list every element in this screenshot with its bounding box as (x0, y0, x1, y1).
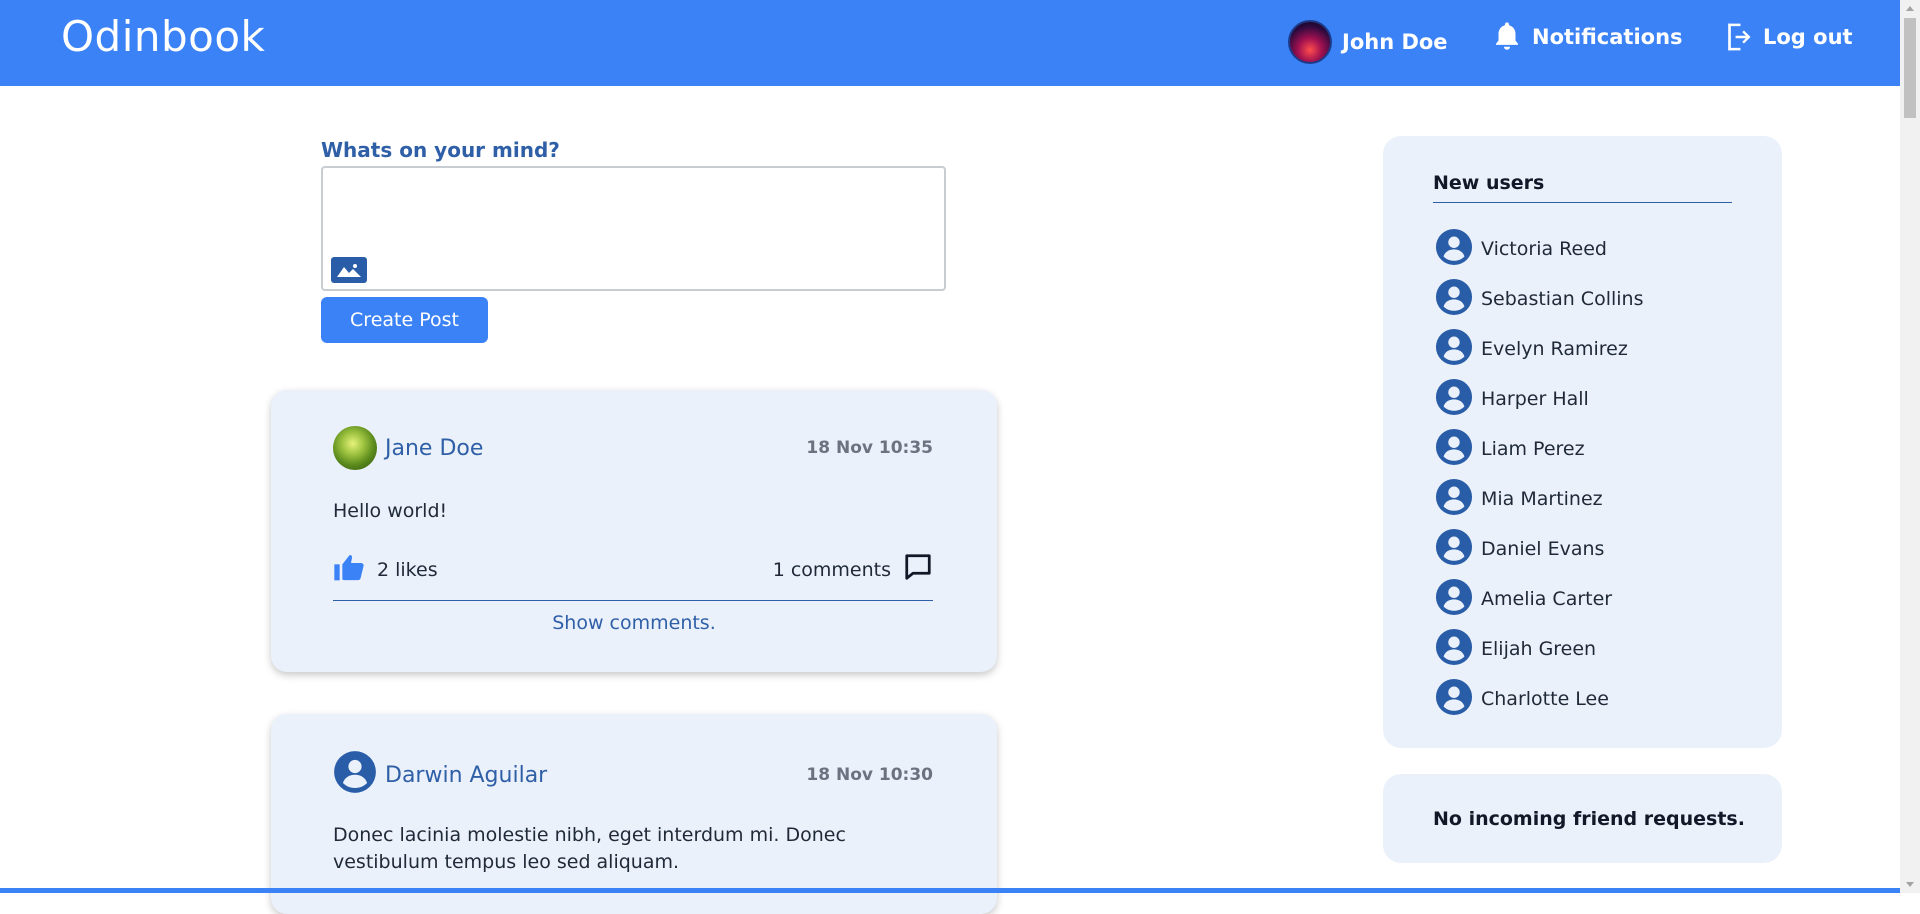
user-name: Charlotte Lee (1481, 688, 1609, 710)
post-timestamp: 18 Nov 10:35 (806, 438, 933, 458)
bottom-accent-line (0, 888, 1900, 893)
post-author-name: Jane Doe (385, 435, 484, 461)
nav-profile[interactable]: John Doe (1288, 20, 1448, 64)
user-name: Mia Martinez (1481, 488, 1603, 510)
post-author-name: Darwin Aguilar (385, 762, 548, 788)
friend-requests-empty: No incoming friend requests. (1433, 808, 1745, 830)
user-name: Evelyn Ramirez (1481, 338, 1628, 360)
user-icon (1435, 678, 1473, 721)
nav-logout[interactable]: Log out (1723, 20, 1853, 54)
new-users-title: New users (1433, 172, 1545, 194)
image-icon (337, 264, 361, 277)
user-icon (1435, 528, 1473, 571)
post-card: Jane Doe 18 Nov 10:35 Hello world! 2 lik… (271, 390, 997, 672)
user-name: Daniel Evans (1481, 538, 1605, 560)
page-scrollbar[interactable] (1900, 0, 1920, 893)
comment-icon[interactable] (903, 552, 933, 587)
user-list-item[interactable]: Liam Perez (1435, 424, 1643, 474)
user-avatar (1288, 20, 1332, 64)
post-author[interactable]: Jane Doe (333, 426, 483, 470)
user-icon (1435, 478, 1473, 521)
likes-section: 2 likes (333, 552, 438, 587)
nav-notifications-label: Notifications (1532, 25, 1683, 49)
post-content: Hello world! (333, 500, 448, 522)
create-post-button[interactable]: Create Post (321, 297, 488, 343)
nav-logout-label: Log out (1763, 25, 1853, 49)
image-upload-button[interactable] (331, 257, 367, 283)
user-name: Harper Hall (1481, 388, 1589, 410)
user-icon (1435, 428, 1473, 471)
post-author[interactable]: Darwin Aguilar (333, 750, 547, 800)
user-list-item[interactable]: Mia Martinez (1435, 474, 1643, 524)
user-name: Liam Perez (1481, 438, 1585, 460)
user-name: Victoria Reed (1481, 238, 1607, 260)
post-header: Darwin Aguilar 18 Nov 10:30 (333, 750, 933, 800)
brand-logo[interactable]: Odinbook (61, 12, 265, 61)
user-list-item[interactable]: Harper Hall (1435, 374, 1643, 424)
user-list-item[interactable]: Elijah Green (1435, 624, 1643, 674)
post-timestamp: 18 Nov 10:30 (806, 765, 933, 785)
new-users-card: New users Victoria Reed Sebastian Collin… (1383, 136, 1782, 748)
user-list-item[interactable]: Daniel Evans (1435, 524, 1643, 574)
user-icon (1435, 378, 1473, 421)
comments-count: 1 comments (772, 558, 891, 581)
post-divider (333, 600, 933, 601)
user-list-item[interactable]: Evelyn Ramirez (1435, 324, 1643, 374)
user-icon (333, 750, 377, 800)
user-name: Sebastian Collins (1481, 288, 1644, 310)
user-icon (1435, 278, 1473, 321)
user-list-item[interactable]: Victoria Reed (1435, 224, 1643, 274)
bell-icon (1492, 20, 1522, 54)
user-icon (1435, 578, 1473, 621)
user-icon (1435, 328, 1473, 371)
thumbs-up-icon[interactable] (333, 552, 365, 587)
new-users-list: Victoria Reed Sebastian Collins Evelyn R… (1435, 224, 1643, 724)
composer-textarea[interactable] (321, 166, 946, 291)
post-content: Donec lacinia molestie nibh, eget interd… (333, 824, 846, 873)
user-icon (1435, 228, 1473, 271)
user-name: Amelia Carter (1481, 588, 1613, 610)
top-navbar: Odinbook John Doe Notifications Log out (0, 0, 1900, 86)
post-composer: Whats on your mind? Create Post (321, 138, 946, 343)
user-name: Elijah Green (1481, 638, 1597, 660)
likes-count: 2 likes (377, 558, 438, 581)
user-list-item[interactable]: Amelia Carter (1435, 574, 1643, 624)
scroll-up-arrow-icon[interactable] (1900, 0, 1920, 18)
logout-icon (1723, 20, 1753, 54)
nav-user-name: John Doe (1342, 30, 1448, 54)
card-divider (1433, 202, 1732, 203)
scroll-down-arrow-icon[interactable] (1900, 875, 1920, 893)
scrollbar-thumb[interactable] (1904, 18, 1916, 118)
user-list-item[interactable]: Charlotte Lee (1435, 674, 1643, 724)
comments-section: 1 comments (773, 552, 933, 587)
user-list-item[interactable]: Sebastian Collins (1435, 274, 1643, 324)
nav-notifications[interactable]: Notifications (1492, 20, 1683, 54)
show-comments-link[interactable]: Show comments. (271, 612, 997, 634)
post-card: Darwin Aguilar 18 Nov 10:30 Donec lacini… (271, 714, 997, 914)
composer-label: Whats on your mind? (321, 138, 560, 162)
author-avatar (333, 426, 377, 470)
user-icon (1435, 628, 1473, 671)
post-actions: 2 likes 1 comments (333, 552, 933, 587)
post-header: Jane Doe 18 Nov 10:35 (333, 426, 933, 470)
friend-requests-card: No incoming friend requests. (1383, 774, 1782, 863)
